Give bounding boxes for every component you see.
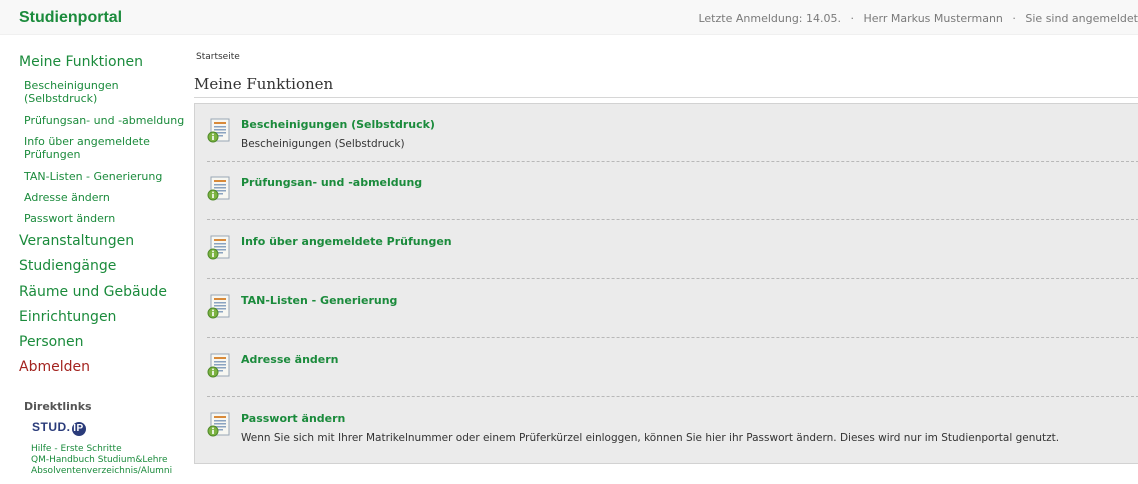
- sidebar-item-tan-listen[interactable]: TAN-Listen - Generierung: [24, 170, 162, 183]
- sidebar-item-passwort[interactable]: Passwort ändern: [24, 212, 115, 225]
- user-name: Herr Markus Mustermann: [863, 12, 1003, 25]
- function-entry: Passwort ändern Wenn Sie sich mit Ihrer …: [207, 398, 1138, 456]
- function-description: Bescheinigungen (Selbstdruck): [241, 138, 405, 150]
- studip-logo[interactable]: STUD. IP: [32, 420, 86, 436]
- studip-logo-circle: IP: [71, 422, 86, 436]
- nav-veranstaltungen[interactable]: Veranstaltungen: [19, 233, 134, 249]
- function-link-pruefungsanmeldung[interactable]: Prüfungsan- und -abmeldung: [241, 176, 422, 189]
- sidebar-item-pruefungsanmeldung[interactable]: Prüfungsan- und -abmeldung: [24, 114, 184, 127]
- title-divider: [194, 97, 1138, 98]
- nav-studiengaenge[interactable]: Studiengänge: [19, 258, 116, 274]
- function-link-tan-listen[interactable]: TAN-Listen - Generierung: [241, 294, 397, 307]
- entry-divider: [207, 396, 1138, 397]
- function-link-passwort[interactable]: Passwort ändern: [241, 412, 345, 425]
- function-entry: Prüfungsan- und -abmeldung: [207, 162, 1138, 220]
- function-link-adresse[interactable]: Adresse ändern: [241, 353, 339, 366]
- function-link-bescheinigungen[interactable]: Bescheinigungen (Selbstdruck): [241, 118, 435, 131]
- last-login-date: 14.05.: [806, 12, 842, 25]
- breadcrumb[interactable]: Startseite: [196, 52, 240, 62]
- document-info-icon: [207, 294, 231, 320]
- entry-divider: [207, 337, 1138, 338]
- top-bar: Studienportal Letzte Anmeldung: 14.05. ·…: [0, 0, 1138, 35]
- function-entry: Info über angemeldete Prüfungen: [207, 221, 1138, 279]
- studip-logo-text: STUD.: [32, 420, 71, 434]
- function-link-info-pruefungen[interactable]: Info über angemeldete Prüfungen: [241, 235, 452, 248]
- sidebar-item-info-pruefungen[interactable]: Info über angemeldete: [24, 135, 150, 148]
- document-info-icon: [207, 235, 231, 261]
- nav-personen[interactable]: Personen: [19, 334, 84, 350]
- function-entry: Adresse ändern: [207, 339, 1138, 397]
- sidebar-item-bescheinigungen[interactable]: Bescheinigungen: [24, 79, 119, 92]
- last-login-label: Letzte Anmeldung:: [698, 12, 803, 25]
- direktlink-alumni[interactable]: Absolventenverzeichnis/Alumni: [31, 466, 172, 477]
- page-title: Meine Funktionen: [194, 75, 334, 93]
- session-info: Letzte Anmeldung: 14.05. · Herr Markus M…: [698, 12, 1138, 25]
- document-info-icon: [207, 412, 231, 438]
- separator: ·: [1012, 12, 1016, 25]
- sidebar: Meine Funktionen Bescheinigungen (Selbst…: [0, 34, 190, 484]
- nav-raeume-gebaeude[interactable]: Räume und Gebäude: [19, 284, 167, 300]
- direktlink-hilfe[interactable]: Hilfe - Erste Schritte: [31, 444, 122, 455]
- direktlink-qm-handbuch[interactable]: QM-Handbuch Studium&Lehre: [31, 455, 168, 466]
- entry-divider: [207, 278, 1138, 279]
- sidebar-item-info-pruefungen-line2[interactable]: Prüfungen: [24, 148, 80, 161]
- function-description: Wenn Sie sich mit Ihrer Matrikelnummer o…: [241, 432, 1060, 444]
- separator: ·: [850, 12, 855, 25]
- document-info-icon: [207, 353, 231, 379]
- function-entry: TAN-Listen - Generierung: [207, 280, 1138, 338]
- login-status: Sie sind angemeldet: [1025, 12, 1138, 25]
- nav-abmelden[interactable]: Abmelden: [19, 359, 90, 375]
- sidebar-item-adresse[interactable]: Adresse ändern: [24, 191, 110, 204]
- document-info-icon: [207, 176, 231, 202]
- sidebar-section-meine-funktionen[interactable]: Meine Funktionen: [19, 54, 143, 70]
- functions-panel: Bescheinigungen (Selbstdruck) Bescheinig…: [194, 103, 1138, 464]
- nav-einrichtungen[interactable]: Einrichtungen: [19, 309, 116, 325]
- app-title[interactable]: Studienportal: [19, 9, 122, 27]
- function-entry: Bescheinigungen (Selbstdruck) Bescheinig…: [207, 104, 1138, 162]
- entry-divider: [207, 219, 1138, 220]
- sidebar-item-bescheinigungen-line2[interactable]: (Selbstdruck): [24, 92, 97, 105]
- direktlinks-heading: Direktlinks: [24, 400, 92, 413]
- document-info-icon: [207, 118, 231, 144]
